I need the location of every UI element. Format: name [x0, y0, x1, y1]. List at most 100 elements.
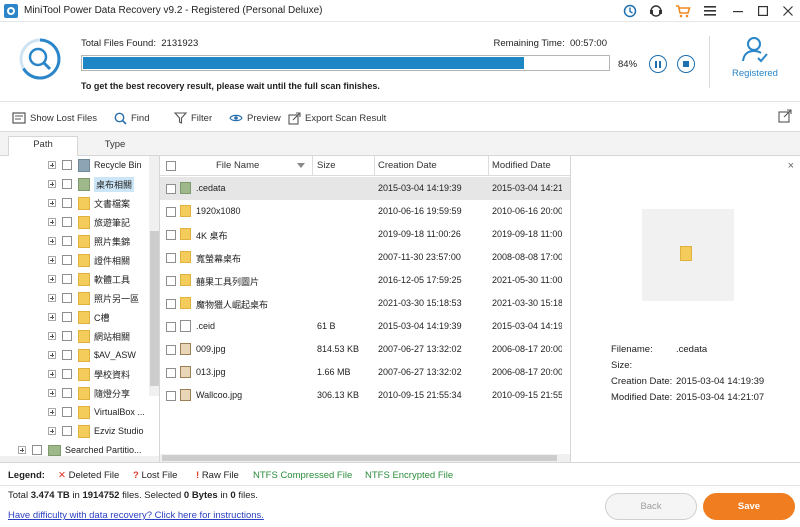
tree-checkbox[interactable] [62, 369, 72, 379]
export-scan-result-button[interactable]: Export Scan Result [288, 110, 386, 126]
tree-item[interactable]: 學校資料 [48, 365, 130, 383]
save-button[interactable]: Save [703, 493, 795, 520]
back-button[interactable]: Back [605, 493, 697, 520]
tree-checkbox[interactable] [62, 236, 72, 246]
tree-item[interactable]: $AV_ASW [48, 346, 136, 364]
close-icon[interactable] [778, 2, 798, 20]
tree-vertical-scrollbar[interactable] [149, 156, 159, 396]
expand-icon[interactable] [48, 351, 56, 359]
tree-checkbox[interactable] [62, 426, 72, 436]
tree-checkbox[interactable] [62, 255, 72, 265]
scrollbar-thumb[interactable] [162, 455, 557, 461]
filter-button[interactable]: Filter [174, 110, 212, 126]
expand-icon[interactable] [48, 389, 56, 397]
tree-item[interactable]: 桌布相關 [48, 175, 135, 193]
tree-item[interactable]: 旅遊筆記 [48, 213, 130, 231]
close-preview-icon[interactable]: × [788, 160, 794, 172]
expand-icon[interactable] [48, 237, 56, 245]
file-row[interactable]: 魔物獵人崛起桌布 2021-03-30 15:18:53 2021-03-30 … [160, 292, 570, 315]
row-checkbox[interactable] [166, 253, 176, 263]
cart-icon[interactable] [673, 2, 693, 20]
file-row[interactable]: 4K 桌布 2019-09-18 11:00:26 2019-09-18 11:… [160, 223, 570, 246]
registered-button[interactable]: Registered [715, 34, 795, 94]
tree-item[interactable]: 軟體工具 [48, 270, 130, 288]
file-row[interactable]: 009.jpg 814.53 KB 2007-06-27 13:32:02 20… [160, 338, 570, 361]
expand-icon[interactable] [48, 275, 56, 283]
show-lost-files-button[interactable]: Show Lost Files [12, 110, 97, 126]
column-separator[interactable] [312, 156, 313, 176]
tree-item[interactable]: 文書檔案 [48, 194, 130, 212]
row-checkbox[interactable] [166, 345, 176, 355]
tree-item[interactable]: VirtualBox ... [48, 403, 145, 421]
row-checkbox[interactable] [166, 230, 176, 240]
expand-icon[interactable] [48, 256, 56, 264]
file-list-horizontal-scrollbar[interactable] [160, 454, 570, 462]
tree-item[interactable]: Recycle Bin [48, 156, 142, 174]
update-icon[interactable] [620, 2, 640, 20]
column-separator[interactable] [488, 156, 489, 176]
row-checkbox[interactable] [166, 276, 176, 286]
preview-button[interactable]: Preview [229, 110, 281, 126]
tree-checkbox[interactable] [62, 312, 72, 322]
maximize-icon[interactable] [753, 2, 773, 20]
menu-icon[interactable] [700, 2, 720, 20]
expand-icon[interactable] [48, 408, 56, 416]
row-checkbox[interactable] [166, 184, 176, 194]
tree-item[interactable]: Ezviz Studio [48, 422, 144, 440]
row-checkbox[interactable] [166, 391, 176, 401]
tree-checkbox[interactable] [62, 350, 72, 360]
expand-icon[interactable] [48, 313, 56, 321]
expand-icon[interactable] [48, 370, 56, 378]
tree-checkbox[interactable] [62, 407, 72, 417]
pause-button[interactable] [649, 55, 667, 73]
column-file-name[interactable]: File Name [216, 160, 259, 171]
file-row[interactable]: .ceid 61 B 2015-03-04 14:19:39 2015-03-0… [160, 315, 570, 338]
file-row[interactable]: 囍果工具列圖片 2016-12-05 17:59:25 2021-05-30 1… [160, 269, 570, 292]
tab-path[interactable]: Path [8, 136, 78, 157]
minimize-icon[interactable] [728, 2, 748, 20]
expand-icon[interactable] [48, 332, 56, 340]
expand-icon[interactable] [48, 161, 56, 169]
select-all-checkbox[interactable] [166, 161, 176, 171]
expand-icon[interactable] [48, 218, 56, 226]
file-row[interactable]: 013.jpg 1.66 MB 2007-06-27 13:32:02 2006… [160, 361, 570, 384]
tree-item[interactable]: 證件相關 [48, 251, 130, 269]
tree-checkbox[interactable] [62, 179, 72, 189]
export-quick-button[interactable] [778, 109, 792, 125]
tree-checkbox[interactable] [62, 331, 72, 341]
tree-item[interactable]: C槽 [48, 308, 110, 326]
row-checkbox[interactable] [166, 368, 176, 378]
tree-checkbox[interactable] [62, 160, 72, 170]
file-row[interactable]: 1920x1080 2010-06-16 19:59:59 2010-06-16… [160, 200, 570, 223]
scrollbar-thumb[interactable] [150, 231, 159, 386]
stop-button[interactable] [677, 55, 695, 73]
tab-type[interactable]: Type [80, 137, 150, 156]
column-modified-date[interactable]: Modified Date [492, 160, 551, 171]
help-link[interactable]: Have difficulty with data recovery? Clic… [8, 510, 264, 521]
row-checkbox[interactable] [166, 322, 176, 332]
file-row[interactable]: .cedata 2015-03-04 14:19:39 2015-03-04 1… [160, 177, 570, 200]
tree-item[interactable]: 照片集錦 [48, 232, 130, 250]
tree-checkbox[interactable] [62, 198, 72, 208]
tree-checkbox[interactable] [62, 217, 72, 227]
find-button[interactable]: Find [114, 110, 149, 126]
row-checkbox[interactable] [166, 207, 176, 217]
tree-item[interactable]: 隨燈分享 [48, 384, 130, 402]
row-checkbox[interactable] [166, 299, 176, 309]
tree-checkbox[interactable] [62, 293, 72, 303]
tree-item[interactable]: 照片另一區 [48, 289, 139, 307]
support-icon[interactable] [646, 2, 666, 20]
expand-icon[interactable] [18, 446, 26, 454]
column-creation-date[interactable]: Creation Date [378, 160, 437, 171]
file-row[interactable]: 寬螢幕桌布 2007-11-30 23:57:00 2008-08-08 17:… [160, 246, 570, 269]
expand-icon[interactable] [48, 180, 56, 188]
expand-icon[interactable] [48, 427, 56, 435]
file-row[interactable]: Wallcoo.jpg 306.13 KB 2010-09-15 21:55:3… [160, 384, 570, 407]
column-size[interactable]: Size [317, 160, 335, 171]
tree-checkbox[interactable] [62, 388, 72, 398]
expand-icon[interactable] [48, 294, 56, 302]
tree-item[interactable]: 網站相關 [48, 327, 130, 345]
column-separator[interactable] [374, 156, 375, 176]
tree-checkbox[interactable] [32, 445, 42, 455]
tree-checkbox[interactable] [62, 274, 72, 284]
